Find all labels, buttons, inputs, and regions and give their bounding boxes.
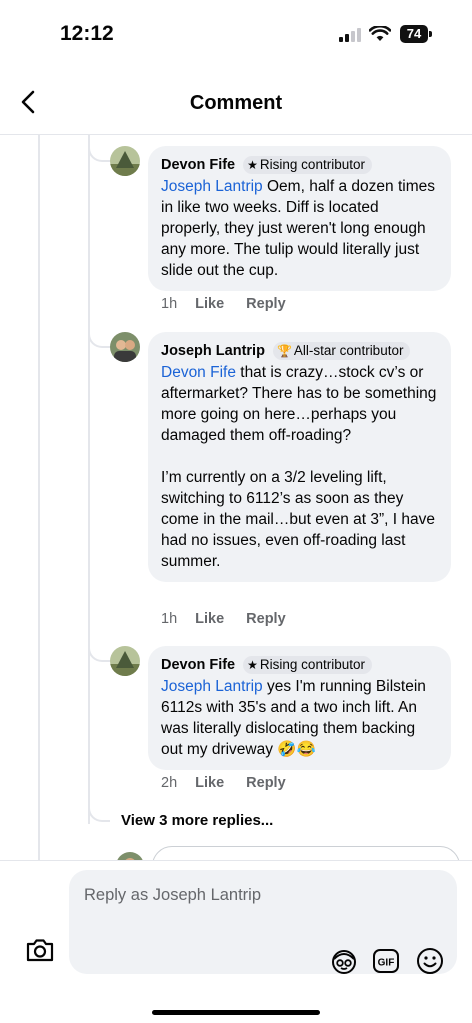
comment-actions: 1h Like Reply	[161, 611, 308, 627]
battery-tip	[429, 31, 432, 37]
comment-bubble[interactable]: Devon Fife ★ Rising contributor Joseph La…	[148, 646, 451, 770]
mention-link[interactable]: Joseph Lantrip	[161, 678, 263, 695]
badge-label: Rising contributor	[259, 657, 365, 672]
like-button[interactable]: Like	[195, 611, 224, 627]
star-icon: ★	[247, 658, 258, 672]
reply-input[interactable]: Reply as Joseph Lantrip GIF	[69, 870, 457, 974]
comment-bubble[interactable]: Joseph Lantrip 🏆 All-star contributor Dev…	[148, 332, 451, 582]
gif-icon[interactable]: GIF	[371, 946, 401, 976]
comment-bubble[interactable]: Devon Fife ★ Rising contributor Joseph La…	[148, 146, 451, 291]
contributor-badge: ★ Rising contributor	[243, 656, 372, 674]
comment-author[interactable]: Devon Fife	[161, 657, 235, 673]
gif-label: GIF	[378, 958, 395, 969]
comment-time: 2h	[161, 775, 178, 791]
reply-connector	[88, 146, 110, 162]
comment-actions: 2h Like Reply	[161, 775, 308, 791]
reply-placeholder: Reply as Joseph Lantrip	[84, 886, 262, 904]
thread-line	[38, 134, 40, 860]
avatar-sticker-icon[interactable]	[329, 946, 359, 976]
avatar	[116, 852, 144, 860]
comment-body: that is crazy…stock cv’s or aftermarket?…	[161, 364, 437, 570]
comment-author[interactable]: Joseph Lantrip	[161, 343, 265, 359]
home-indicator	[152, 1010, 320, 1015]
page-title: Comment	[189, 92, 283, 114]
mention-link[interactable]: Devon Fife	[161, 364, 236, 381]
like-button[interactable]: Like	[195, 775, 224, 791]
battery-icon: 74	[400, 25, 428, 43]
comment-thread[interactable]: Devon Fife ★ Rising contributor Joseph La…	[0, 134, 472, 860]
cellular-signal-icon	[339, 28, 363, 42]
camera-icon[interactable]	[24, 934, 56, 966]
contributor-badge: 🏆 All-star contributor	[272, 342, 411, 360]
reply-connector	[88, 646, 110, 662]
emoji-icon[interactable]	[415, 946, 445, 976]
divider	[0, 860, 472, 861]
comment-text: Devon Fife that is crazy…stock cv’s or a…	[161, 362, 439, 572]
star-icon: ★	[247, 158, 258, 172]
like-button[interactable]: Like	[195, 296, 224, 312]
contributor-badge: ★ Rising contributor	[243, 156, 372, 174]
badge-label: All-star contributor	[293, 343, 404, 358]
comment-author[interactable]: Devon Fife	[161, 157, 235, 173]
reply-connector	[88, 806, 110, 822]
reply-line	[88, 134, 90, 824]
view-more-replies-link[interactable]: View 3 more replies...	[121, 812, 273, 829]
avatar[interactable]	[110, 146, 140, 176]
inline-reply-input[interactable]	[152, 846, 460, 860]
status-time: 12:12	[60, 22, 114, 45]
reply-connector	[88, 332, 110, 348]
comment-time: 1h	[161, 296, 178, 312]
reply-button[interactable]: Reply	[246, 296, 286, 312]
nav-bar: Comment	[0, 78, 472, 135]
status-bar: 12:12 74	[0, 0, 472, 70]
comment-text: Joseph Lantrip Oem, half a dozen times i…	[161, 176, 439, 281]
reply-composer: Reply as Joseph Lantrip GIF	[0, 860, 472, 1023]
reply-button[interactable]: Reply	[246, 775, 286, 791]
badge-label: Rising contributor	[259, 157, 365, 172]
avatar[interactable]	[110, 646, 140, 676]
comment-text: Joseph Lantrip yes I'm running Bilstein …	[161, 676, 439, 760]
trophy-icon: 🏆	[276, 344, 292, 358]
comment-time: 1h	[161, 611, 178, 627]
reply-button[interactable]: Reply	[246, 611, 286, 627]
wifi-icon	[369, 26, 391, 41]
comment-actions: 1h Like Reply	[161, 296, 308, 312]
avatar[interactable]	[110, 332, 140, 362]
mention-link[interactable]: Joseph Lantrip	[161, 178, 263, 195]
